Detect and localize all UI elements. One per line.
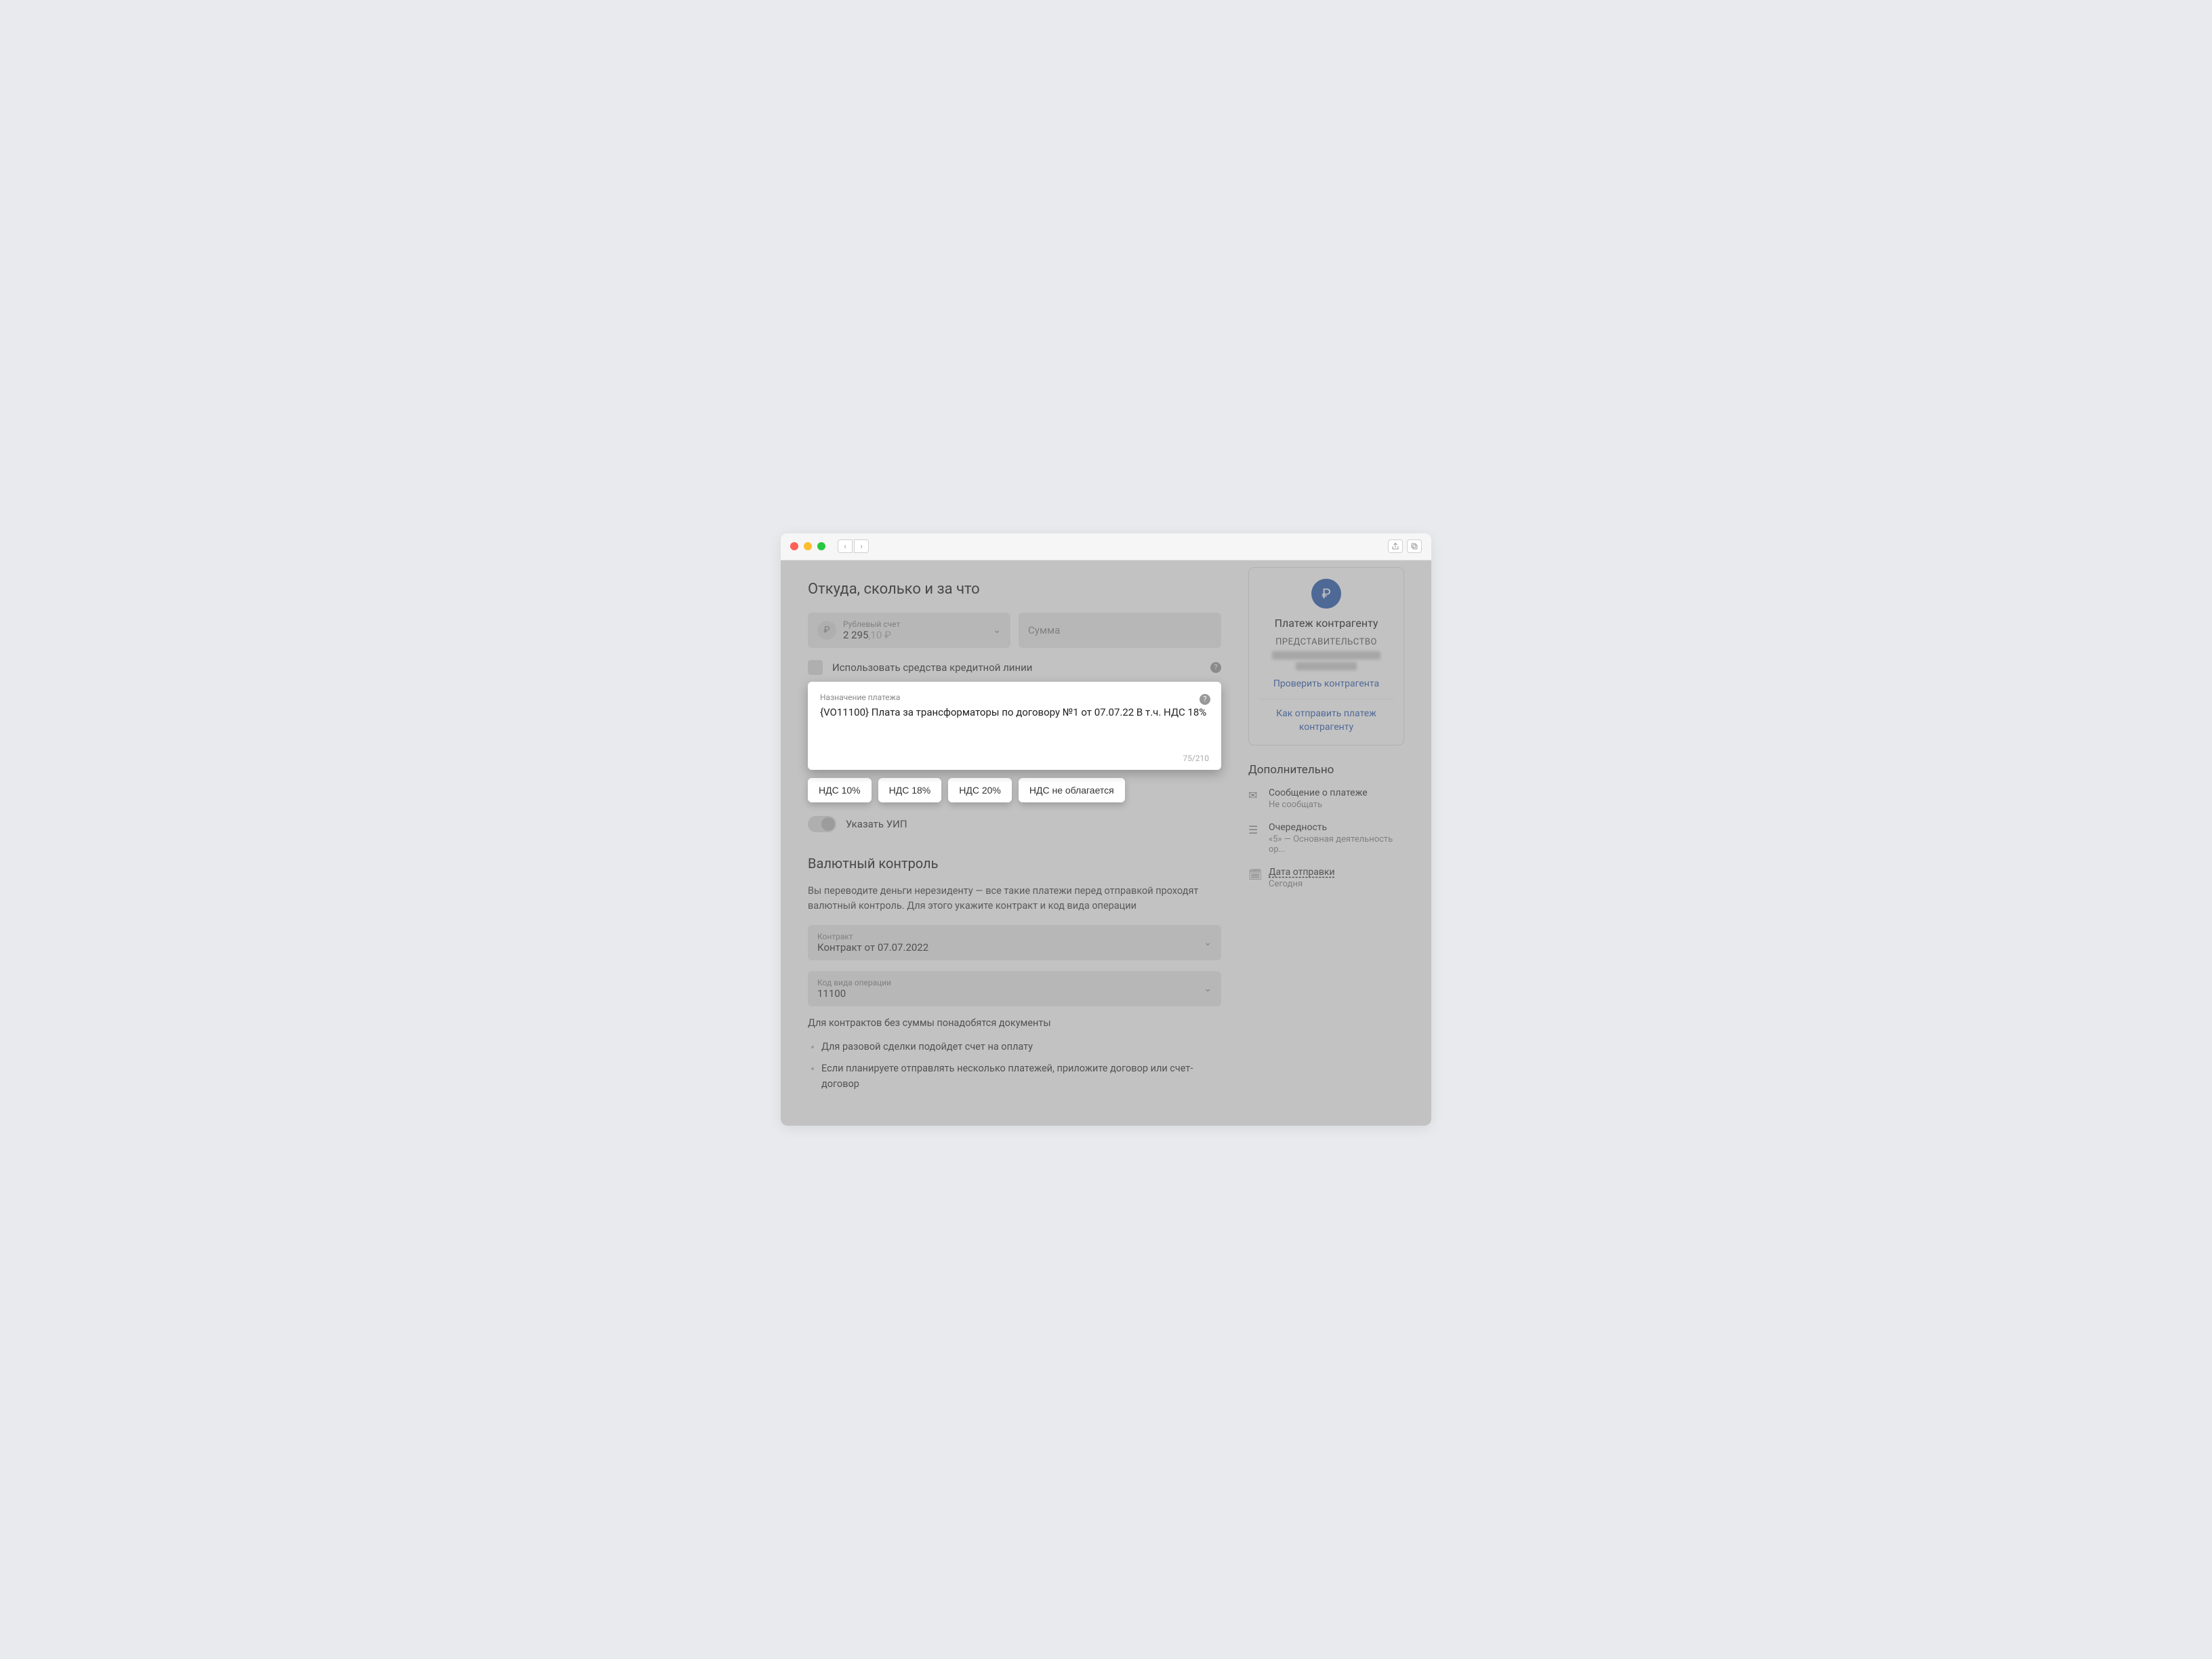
vat-options: НДС 10% НДС 18% НДС 20% НДС не облагаетс… xyxy=(808,778,1221,802)
vat-18-button[interactable]: НДС 18% xyxy=(878,778,942,802)
vat-20-button[interactable]: НДС 20% xyxy=(948,778,1012,802)
purpose-counter: 75/210 xyxy=(820,754,1209,763)
nav-back-button[interactable]: ‹ xyxy=(838,539,853,553)
window-controls xyxy=(790,542,825,550)
purpose-label: Назначение платежа xyxy=(820,693,1209,702)
modal-overlay xyxy=(781,560,1431,1126)
payment-purpose-popover: Назначение платежа {VO11100} Плата за тр… xyxy=(808,682,1221,802)
app-window: ‹ › Откуда, сколько и за что ₽ Рублевый xyxy=(781,533,1431,1126)
nav-forward-button[interactable]: › xyxy=(854,539,869,553)
minimize-window-icon[interactable] xyxy=(804,542,812,550)
titlebar: ‹ › xyxy=(781,533,1431,560)
share-button[interactable] xyxy=(1388,539,1403,553)
nav-buttons: ‹ › xyxy=(838,539,869,553)
close-window-icon[interactable] xyxy=(790,542,798,550)
tabs-button[interactable] xyxy=(1407,539,1422,553)
maximize-window-icon[interactable] xyxy=(817,542,825,550)
help-icon[interactable]: ? xyxy=(1200,694,1210,705)
payment-purpose-field[interactable]: Назначение платежа {VO11100} Плата за тр… xyxy=(808,682,1221,770)
vat-10-button[interactable]: НДС 10% xyxy=(808,778,872,802)
vat-none-button[interactable]: НДС не облагается xyxy=(1019,778,1125,802)
content: Откуда, сколько и за что ₽ Рублевый счет… xyxy=(781,560,1431,1126)
purpose-text[interactable]: {VO11100} Плата за трансформаторы по дог… xyxy=(820,705,1209,745)
